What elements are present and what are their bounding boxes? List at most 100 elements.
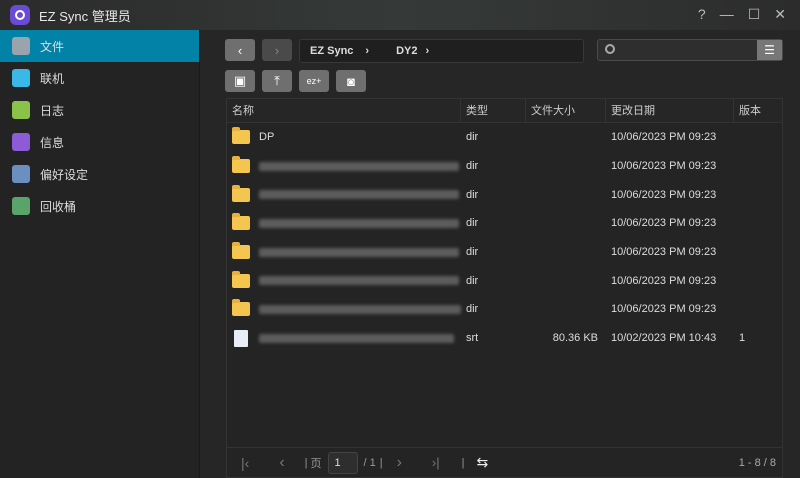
logs-icon [12,101,30,119]
divider: | [461,456,465,469]
breadcrumb-item[interactable]: EZ Sync [310,45,353,57]
folder-icon [232,156,250,174]
prev-page-icon[interactable]: ‹ [279,454,284,472]
table-row[interactable]: dir 10/06/2023 PM 09:23 [227,209,782,238]
table-row[interactable]: dir 10/06/2023 PM 09:23 [227,266,782,295]
folder-icon [232,127,250,145]
info-icon [12,133,30,151]
file-date: 10/06/2023 PM 09:23 [611,246,717,259]
app-title: EZ Sync 管理员 [39,8,131,24]
file-date: 10/02/2023 PM 10:43 [611,332,717,345]
divider: | [379,456,383,469]
file-type: dir [466,217,479,230]
file-date: 10/06/2023 PM 09:23 [611,188,717,201]
file-table: 名称 类型 文件大小 更改日期 版本 DP dir 10/06/2023 PM … [226,98,783,478]
file-type: dir [466,303,479,316]
file-type: srt [466,332,479,345]
blurred-file-name [259,333,454,343]
blurred-file-name [259,218,459,228]
sidebar-item-label: 偏好设定 [40,167,89,182]
title-bar: EZ Sync 管理员 ? — ☐ ✕ [0,0,800,30]
sidebar-item-label: 信息 [40,135,65,150]
preferences-icon [12,165,30,183]
upload-button[interactable]: ⤒ [262,70,292,92]
sidebar: 文件联机日志信息偏好设定回收桶 [0,30,200,478]
maximize-icon[interactable]: ☐ [748,6,761,23]
sidebar-item-connections[interactable]: 联机 [0,62,199,94]
blurred-file-name [258,304,461,314]
chevron-right-icon: › [365,45,370,57]
file-date: 10/06/2023 PM 09:23 [611,217,717,230]
table-row[interactable]: dir 10/06/2023 PM 09:23 [227,152,782,181]
sidebar-item-label: 回收桶 [40,199,77,214]
file-date: 10/06/2023 PM 09:23 [611,131,717,144]
column-type[interactable]: 类型 [461,99,526,122]
close-icon[interactable]: ✕ [774,6,786,23]
last-page-icon[interactable]: ›| [432,455,440,470]
next-page-icon[interactable]: › [397,454,402,472]
sidebar-item-logs[interactable]: 日志 [0,94,199,126]
blurred-file-name [259,276,459,286]
column-size[interactable]: 文件大小 [526,99,606,122]
page-input[interactable]: 1 [327,451,358,474]
file-type: dir [466,160,479,173]
sidebar-item-info[interactable]: 信息 [0,126,199,158]
blurred-file-name [259,247,459,257]
sidebar-item-label: 日志 [40,103,65,118]
select-all-button[interactable]: ◙ [336,70,366,92]
recycle-bin-icon [12,197,30,215]
forward-button[interactable]: › [262,39,292,61]
folder-icon [232,213,250,231]
file-date: 10/06/2023 PM 09:23 [611,160,717,173]
file-type: dir [466,131,479,144]
connections-icon [12,69,30,87]
back-button[interactable]: ‹ [225,39,255,61]
column-date[interactable]: 更改日期 [606,99,734,122]
pager: |‹ ‹ | 页 1 / 1 | › ›| | ⇆ 1 - 8 / 8 [227,447,782,477]
column-version[interactable]: 版本 [734,99,782,122]
page-label: 页 [310,457,322,470]
help-icon[interactable]: ? [698,6,706,23]
divider: | [304,456,308,469]
folder-icon [232,299,250,317]
folder-icon [232,270,250,288]
table-row[interactable]: dir 10/06/2023 PM 09:23 [227,238,782,267]
file-icon [234,329,248,347]
blurred-file-name [259,190,459,200]
file-date: 10/06/2023 PM 09:23 [611,303,717,316]
blurred-file-name [259,161,459,171]
table-row[interactable]: DP dir 10/06/2023 PM 09:23 [227,123,782,152]
file-version: 1 [739,332,746,345]
file-type: dir [466,188,479,201]
page-total: / 1 [363,456,376,469]
table-row[interactable]: dir 10/06/2023 PM 09:23 [227,295,782,324]
sidebar-item-recycle-bin[interactable]: 回收桶 [0,190,199,222]
item-count: 1 - 8 / 8 [738,456,776,469]
minimize-icon[interactable]: — [720,6,734,23]
file-type: dir [466,246,479,259]
sidebar-item-label: 联机 [40,71,65,86]
sidebar-item-preferences[interactable]: 偏好设定 [0,158,199,190]
file-name: DP [259,131,275,144]
file-size: 80.36 KB [552,332,598,345]
search-input[interactable]: ☰ [597,39,783,61]
column-name[interactable]: 名称 [227,99,461,122]
files-icon [12,37,30,55]
breadcrumb-item[interactable]: DY2 [396,45,417,57]
file-date: 10/06/2023 PM 09:23 [611,274,717,287]
filter-list-button[interactable]: ☰ [757,40,782,60]
table-header: 名称 类型 文件大小 更改日期 版本 [227,99,782,123]
first-page-icon[interactable]: |‹ [241,455,249,471]
new-folder-button[interactable]: ▣ [225,70,255,92]
refresh-icon[interactable]: ⇆ [477,454,489,471]
main-panel: ‹ › EZ Sync › DY2 › ☰ ▣ ⤒ ez+ ◙ 名称 类型 文件… [201,30,800,478]
add-ez-sync-button[interactable]: ez+ [299,70,329,92]
table-row[interactable]: dir 10/06/2023 PM 09:23 [227,180,782,209]
table-row[interactable]: srt 80.36 KB 10/02/2023 PM 10:43 1 [227,324,782,353]
file-type: dir [466,274,479,287]
sidebar-item-label: 文件 [40,39,65,54]
app-logo-icon [10,5,30,25]
search-icon [605,44,615,54]
chevron-right-icon: › [425,45,430,57]
sidebar-item-files[interactable]: 文件 [0,30,199,62]
